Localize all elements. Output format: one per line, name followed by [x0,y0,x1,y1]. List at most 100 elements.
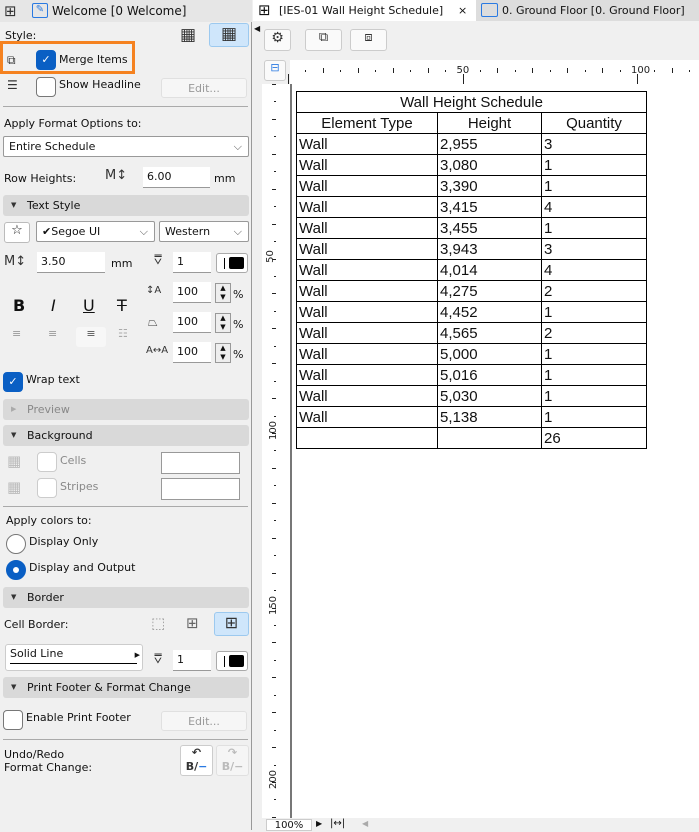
char-spacing-spinner[interactable]: ▲ ▼ [215,343,231,363]
char-spacing-icon: A↔A [146,345,169,356]
text-style-section[interactable]: Text Style [3,195,249,216]
font-size-unit: mm [111,257,133,270]
headline-icon: ☰ [7,78,18,92]
merge-items-checkbox[interactable]: ✓ [36,50,56,70]
border-inner-icon[interactable]: ⊞ [186,614,199,632]
align-justify-icon[interactable]: ☷ [118,327,128,340]
settings-gear-icon[interactable]: ⚙ [264,29,291,51]
background-section[interactable]: Background [3,425,249,446]
script-select[interactable]: Western ⌵ [159,221,249,242]
table-row: Wall 4,014 4 [296,259,647,281]
stripes-color-field[interactable] [161,478,240,500]
cell-quantity: 1 [541,217,647,239]
cell-element-type: Wall [296,217,438,239]
underline-button[interactable]: U [83,296,95,315]
ruler-tick [272,153,276,155]
align-center-icon[interactable]: ≡ [48,327,57,340]
cell-height: 4,565 [437,322,542,344]
cell-element-type: Wall [296,196,438,218]
ruler-tick [671,68,673,73]
ruler-tick [497,68,499,73]
apply-format-select[interactable]: Entire Schedule ⌵ [3,136,249,157]
border-color-swatch[interactable] [216,651,248,671]
italic-button[interactable]: I [51,296,56,315]
horizontal-ruler: 50 100 [288,60,699,84]
style-grid-selected-icon[interactable]: ▦ [209,23,249,47]
width-factor-spinner[interactable]: ▲ ▼ [215,313,231,333]
display-and-output-radio[interactable] [6,560,26,580]
ruler-tick [619,70,621,72]
ruler-origin-icon[interactable]: ⊟ [264,60,286,81]
strikethrough-button[interactable]: T [117,296,127,315]
align-right-icon[interactable]: ≡ [76,327,106,347]
ruler-tick [274,590,276,592]
tab-wall-height-schedule[interactable]: ⊞ [IES-01 Wall Height Schedule] × [253,0,476,21]
line-spacing-input[interactable]: 100 [173,282,211,303]
favorites-star-icon[interactable]: ☆ [4,222,30,243]
font-value: ✔Segoe UI [42,225,101,238]
ruler-tick [602,68,604,73]
welcome-tab[interactable]: Welcome [0 Welcome] [52,4,186,18]
preview-section[interactable]: Preview [3,399,249,420]
tab-ground-floor[interactable]: 0. Ground Floor [0. Ground Floor] [476,0,699,21]
ruler-label: 50 [264,249,276,263]
cells-checkbox[interactable] [37,452,57,472]
ruler-tick [274,694,276,696]
font-select[interactable]: ✔Segoe UI ⌵ [36,221,155,242]
headline-edit-button[interactable]: Edit... [161,78,247,98]
border-pen-input[interactable]: 1 [173,650,211,671]
stripes-label: Stripes [60,480,99,493]
cell-height: 4,275 [437,280,542,302]
wrap-text-checkbox[interactable]: ✓ [3,372,23,392]
select-3d-icon[interactable]: ⧈ [350,29,387,51]
stripes-checkbox[interactable] [37,478,57,498]
cell-element-type: Wall [296,301,438,323]
text-color-swatch[interactable] [216,253,248,273]
collapse-left-icon[interactable]: ◀ [254,24,260,33]
cell-quantity: 1 [541,154,647,176]
row-heights-input[interactable]: 6.00 [143,167,210,188]
border-section[interactable]: Border [3,587,249,608]
line-spacing-spinner[interactable]: ▲ ▼ [215,283,231,303]
line-type-select[interactable]: Solid Line ▶ [5,644,143,671]
display-only-radio[interactable] [6,534,26,554]
char-spacing-input[interactable]: 100 [173,342,211,363]
line-type-value: Solid Line [10,647,64,660]
print-footer-section[interactable]: Print Footer & Format Change [3,677,249,698]
border-none-icon[interactable]: ⬚ [151,614,165,632]
font-size-input[interactable]: 3.50 [37,252,105,273]
enable-print-footer-checkbox[interactable] [3,710,23,730]
style-grid-icon[interactable]: ▦ [175,25,201,45]
select-element-icon[interactable]: ⧉ [305,29,342,51]
ruler-tick [322,68,324,73]
cell-height: 3,943 [437,238,542,260]
bold-button[interactable]: B [13,296,25,315]
ruler-tick [514,70,516,72]
apply-format-label: Apply Format Options to: [4,117,142,130]
wrap-text-label: Wrap text [26,373,80,386]
fit-width-icon[interactable]: |↔| [330,818,345,829]
cells-color-field[interactable] [161,452,240,474]
merge-items-label: Merge Items [59,53,128,66]
ruler-tick [567,68,569,73]
width-factor-input[interactable]: 100 [173,312,211,333]
zoom-arrow-icon[interactable]: ▶ [316,819,322,828]
show-headline-checkbox[interactable] [36,77,56,97]
grid-view-icon[interactable]: ⊞ [4,2,17,20]
redo-format-icon[interactable]: ↷ B/− [216,745,249,776]
close-tab-icon[interactable]: × [458,0,467,21]
table-row: Wall 5,000 1 [296,343,647,365]
ruler-tick [274,485,276,487]
ruler-tick [274,380,276,382]
ruler-tick [272,712,276,714]
ruler-tick [272,537,276,539]
scroll-left-icon[interactable]: ◀ [362,819,368,828]
text-pen-input[interactable]: 1 [173,252,211,273]
table-row: Wall 5,016 1 [296,364,647,386]
cells-label: Cells [60,454,87,467]
align-left-icon[interactable]: ≡ [12,327,21,340]
border-all-icon[interactable]: ⊞ [214,612,249,636]
undo-format-icon[interactable]: ↶ B/− [180,745,213,776]
zoom-level[interactable]: 100% [266,819,312,831]
footer-edit-button[interactable]: Edit... [161,711,247,731]
